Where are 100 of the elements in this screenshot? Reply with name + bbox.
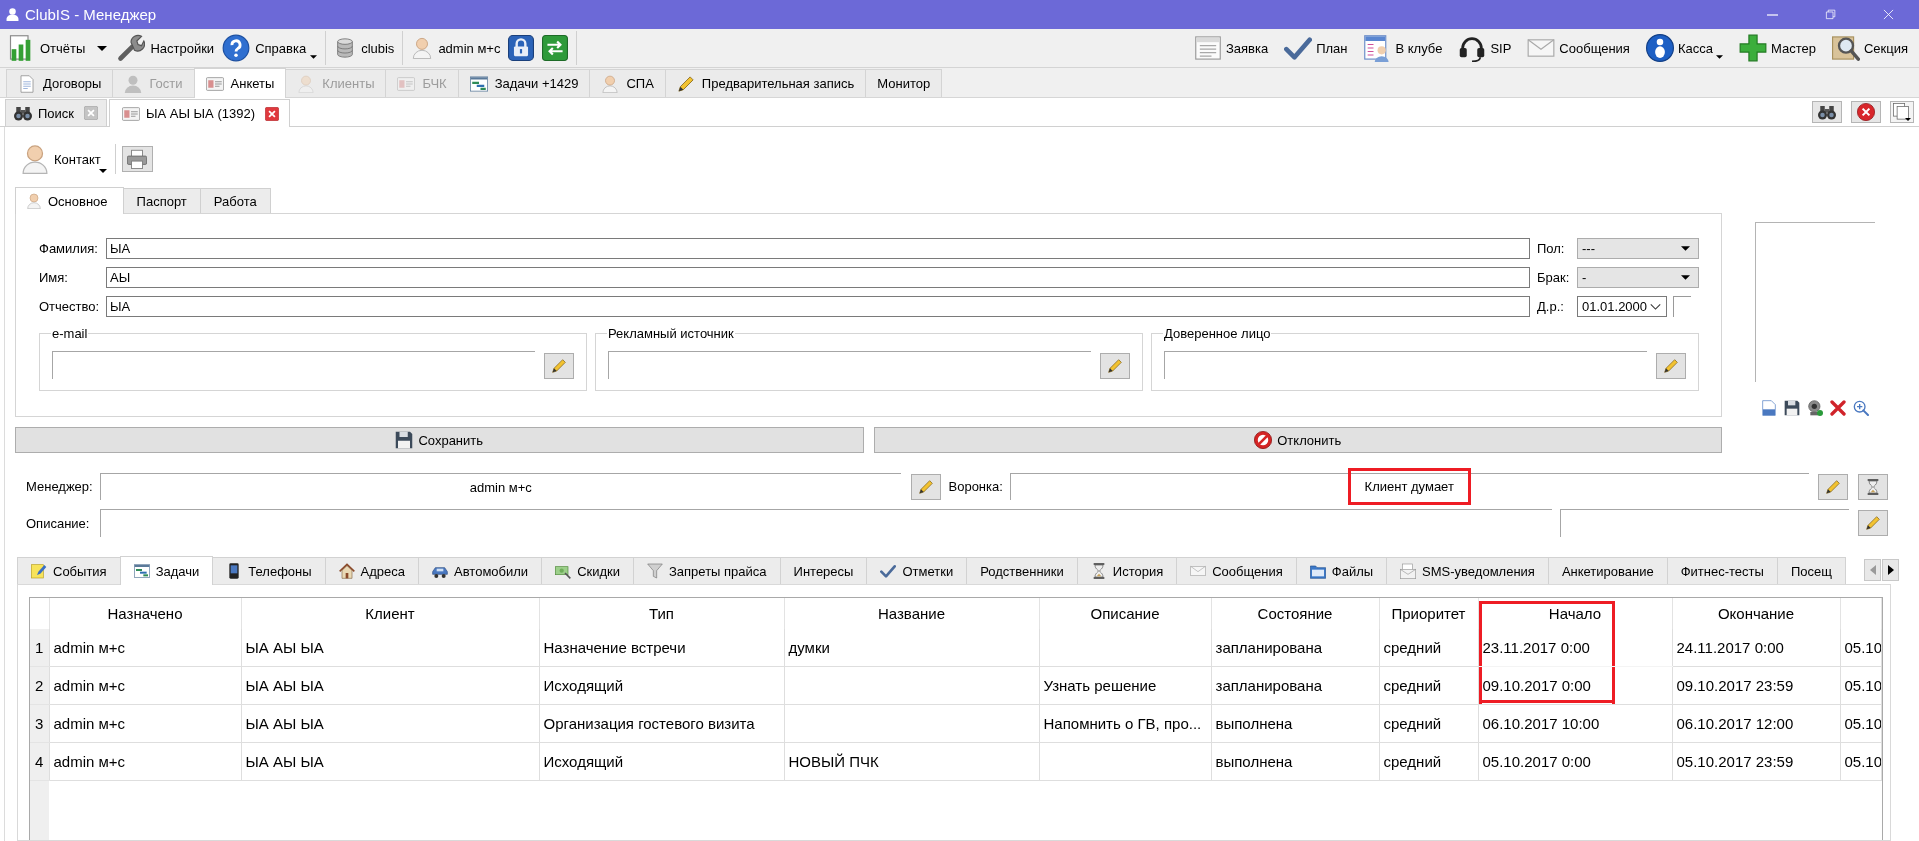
column-header[interactable]: Клиент	[241, 598, 539, 629]
column-header[interactable]: Тип	[539, 598, 784, 629]
edit-button[interactable]	[544, 353, 574, 379]
search-button[interactable]	[1812, 101, 1842, 123]
detail-tab[interactable]: Автомобили	[418, 557, 543, 584]
detail-tab[interactable]: Отметки	[866, 557, 968, 584]
file-icon[interactable]	[1761, 400, 1777, 416]
toolbar-button[interactable]: Настройки	[113, 32, 219, 64]
detail-tab[interactable]: SMS-уведомления	[1386, 557, 1549, 584]
field-label: Имя:	[39, 270, 69, 285]
form-tab[interactable]: Основное	[15, 187, 124, 214]
close-tab-button[interactable]	[265, 106, 279, 121]
detail-tab[interactable]: Фитнес-тесты	[1666, 557, 1778, 584]
funnel-field[interactable]: Клиент думает	[1009, 468, 1809, 505]
scroll-right-button[interactable]	[1882, 559, 1899, 581]
close-tab-button[interactable]	[84, 106, 99, 120]
toolbar-button[interactable]: clubis	[330, 32, 399, 64]
dropdown-field[interactable]: -	[1577, 267, 1699, 288]
webcam-icon[interactable]	[1807, 400, 1823, 416]
reject-button[interactable]: Отклонить	[873, 427, 1722, 453]
toolbar-button[interactable]: Мастер	[1733, 32, 1821, 64]
column-header[interactable]: Назначено	[49, 598, 241, 629]
input-field[interactable]	[1164, 351, 1647, 379]
module-tab[interactable]: Договоры	[6, 69, 114, 97]
input-field[interactable]	[52, 351, 535, 379]
form-tab[interactable]: Паспорт	[122, 188, 201, 213]
detail-tab[interactable]: Сообщения	[1176, 557, 1297, 584]
detail-tab[interactable]: Запреты прайса	[633, 557, 781, 584]
text-field[interactable]: ЫА	[106, 296, 1530, 317]
pencil-icon	[1865, 515, 1881, 531]
contact-button[interactable]: Контакт	[20, 142, 107, 176]
toolbar-button[interactable]: Заявка	[1188, 32, 1274, 64]
detail-tab[interactable]: История	[1076, 557, 1178, 584]
toolbar-button[interactable]: Секция	[1826, 32, 1913, 64]
input-field[interactable]	[1560, 509, 1849, 537]
save-button[interactable]: Сохранить	[15, 427, 864, 453]
edit-button[interactable]	[1858, 510, 1888, 536]
column-header[interactable]: Приоритет	[1379, 598, 1478, 629]
column-header[interactable]: Начало	[1478, 598, 1672, 629]
swap-arrows-button[interactable]	[542, 35, 569, 61]
dropdown-field[interactable]: ---	[1577, 238, 1699, 259]
column-header[interactable]: Окончание	[1672, 598, 1840, 629]
detail-tab[interactable]: Анкетирование	[1547, 557, 1668, 584]
detail-tab[interactable]: Задачи	[119, 556, 214, 585]
module-tab[interactable]: Задачи +1429	[457, 69, 591, 97]
detail-tab[interactable]: Телефоны	[212, 557, 326, 584]
column-header[interactable]: Описание	[1039, 598, 1211, 629]
form-tab[interactable]: Работа	[199, 188, 271, 213]
table-cell: 06.10.2017 12:00	[1672, 704, 1840, 743]
toolbar-button[interactable]: SIP	[1453, 32, 1517, 64]
edit-button[interactable]	[910, 473, 941, 500]
delete-icon[interactable]	[1830, 400, 1846, 416]
detail-tab[interactable]: События	[17, 557, 121, 584]
manager-field[interactable]: admin м+с	[100, 473, 901, 500]
triangle-left-icon	[1869, 565, 1876, 575]
padlock-button[interactable]	[508, 35, 535, 61]
toolbar-button[interactable]: Справка	[218, 32, 322, 64]
input-field[interactable]	[608, 351, 1091, 379]
close-document-button[interactable]	[1851, 101, 1881, 123]
edit-button[interactable]	[1818, 473, 1848, 500]
date-field[interactable]: 01.01.2000	[1577, 296, 1667, 317]
field-label: Менеджер:	[26, 479, 94, 494]
close-icon	[84, 106, 99, 120]
edit-button[interactable]	[1656, 353, 1686, 379]
column-header[interactable]: Состояние	[1211, 598, 1379, 629]
detail-tab[interactable]: Интересы	[779, 557, 868, 584]
module-tab[interactable]: Монитор	[865, 69, 943, 97]
detail-tab[interactable]: Посещ	[1776, 557, 1846, 584]
checkmark-icon	[1284, 34, 1313, 62]
module-tab[interactable]: Предварительная запись	[664, 69, 867, 97]
module-tab[interactable]: СПА	[589, 69, 666, 97]
toolbar-button[interactable]: admin м+с	[407, 32, 505, 64]
small-field[interactable]	[1673, 296, 1691, 317]
person-circle-icon	[1645, 34, 1674, 62]
toolbar-button[interactable]: В клубе	[1358, 32, 1448, 64]
toolbar-button[interactable]: План	[1279, 32, 1353, 64]
table-cell: admin м+с	[49, 629, 241, 667]
toolbar-button[interactable]: Сообщения	[1522, 32, 1635, 64]
document-tab[interactable]: Поиск	[5, 99, 108, 126]
detail-tab[interactable]: Файлы	[1295, 557, 1388, 584]
edit-button[interactable]	[1100, 353, 1130, 379]
toolbar-button[interactable]: Касса	[1640, 32, 1728, 64]
detail-tab[interactable]: Адреса	[324, 557, 420, 584]
zoom-in-icon[interactable]	[1853, 400, 1869, 416]
user-icon	[20, 144, 50, 174]
caret-icon	[1715, 55, 1723, 59]
detail-tab[interactable]: Скидки	[541, 557, 634, 584]
text-field[interactable]: ЫА	[106, 238, 1530, 259]
toolbar-button[interactable]: Отчёты	[3, 32, 90, 64]
headset-icon	[1458, 34, 1487, 62]
hourglass-button[interactable]	[1858, 473, 1888, 500]
module-tab[interactable]: Анкеты	[193, 68, 287, 98]
text-field[interactable]: АЫ	[106, 267, 1530, 288]
column-header[interactable]: Название	[784, 598, 1039, 629]
description-field[interactable]	[100, 509, 1552, 537]
document-tab[interactable]: ЫА АЫ ЫА (1392)	[109, 99, 290, 127]
windows-button[interactable]	[1890, 101, 1914, 123]
field-label: Пол:	[1537, 241, 1566, 256]
detail-tab[interactable]: Родственники	[966, 557, 1078, 584]
print-button[interactable]	[121, 146, 153, 172]
